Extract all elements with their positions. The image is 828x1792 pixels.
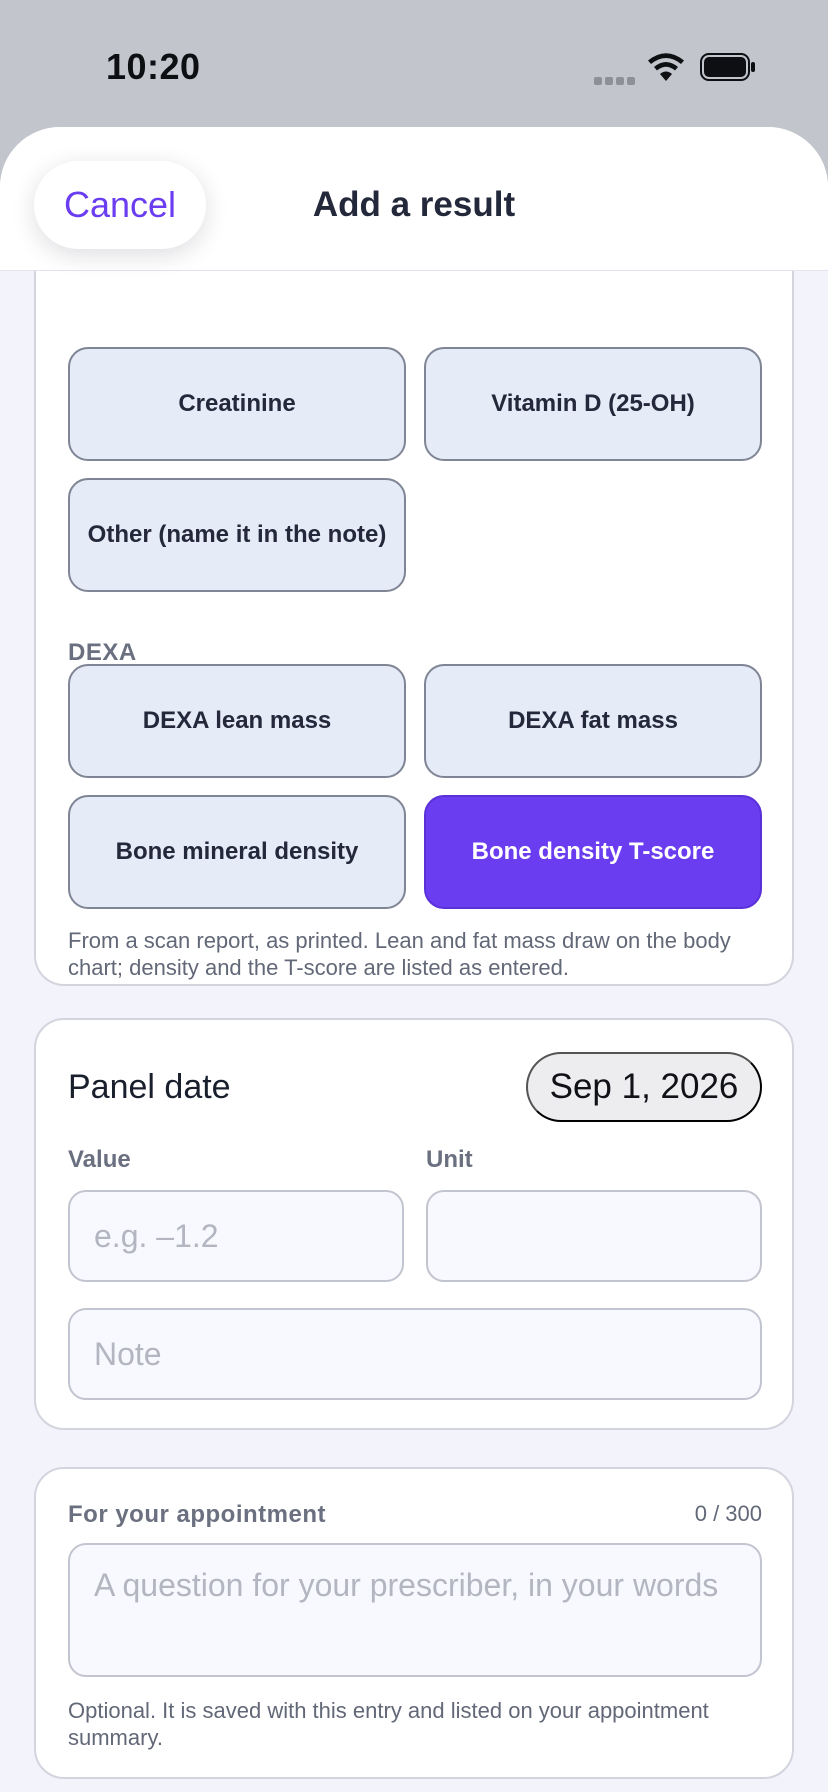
prescriber-question-input[interactable]: A question for your prescriber, in your … [68,1543,762,1677]
value-input[interactable]: e.g. –1.2 [68,1190,404,1282]
unit-input[interactable] [426,1190,762,1282]
note-input[interactable]: Note [68,1308,762,1400]
sheet-header: Cancel Add a result [0,127,828,271]
status-time: 10:20 [106,46,201,87]
cellular-signal-icon [594,72,638,90]
status-bar: 10:20 [0,0,828,127]
appointment-card: For your appointment 0 / 300 A question … [34,1467,794,1779]
test-chip-vitamin-d[interactable]: Vitamin D (25-OH) [424,347,762,461]
add-result-sheet: Cancel Add a result Creatinine Vitamin D… [0,127,828,1792]
unit-label: Unit [426,1146,473,1173]
test-chip-bone-density-t-score[interactable]: Bone density T-score [424,795,762,909]
dexa-hint: From a scan report, as printed. Lean and… [68,928,731,980]
wifi-icon [648,53,684,81]
battery-icon [700,53,755,81]
test-type-card: Creatinine Vitamin D (25-OH) Other (name… [34,187,794,986]
panel-date-picker[interactable]: Sep 1, 2026 [526,1052,762,1122]
value-label: Value [68,1146,131,1173]
test-chip-bone-mineral-density[interactable]: Bone mineral density [68,795,406,909]
test-chip-creatinine[interactable]: Creatinine [68,347,406,461]
panel-date-label: Panel date [68,1068,231,1106]
dexa-section-label: DEXA [68,639,137,666]
result-entry-card: Panel date Sep 1, 2026 Value Unit e.g. –… [34,1018,794,1430]
test-chip-dexa-fat-mass[interactable]: DEXA fat mass [424,664,762,778]
test-chip-other[interactable]: Other (name it in the note) [68,478,406,592]
appointment-label: For your appointment [68,1501,326,1528]
character-counter: 0 / 300 [694,1501,762,1526]
appointment-hint: Optional. It is saved with this entry an… [68,1698,709,1750]
sheet-title: Add a result [312,185,516,224]
test-chip-dexa-lean-mass[interactable]: DEXA lean mass [68,664,406,778]
